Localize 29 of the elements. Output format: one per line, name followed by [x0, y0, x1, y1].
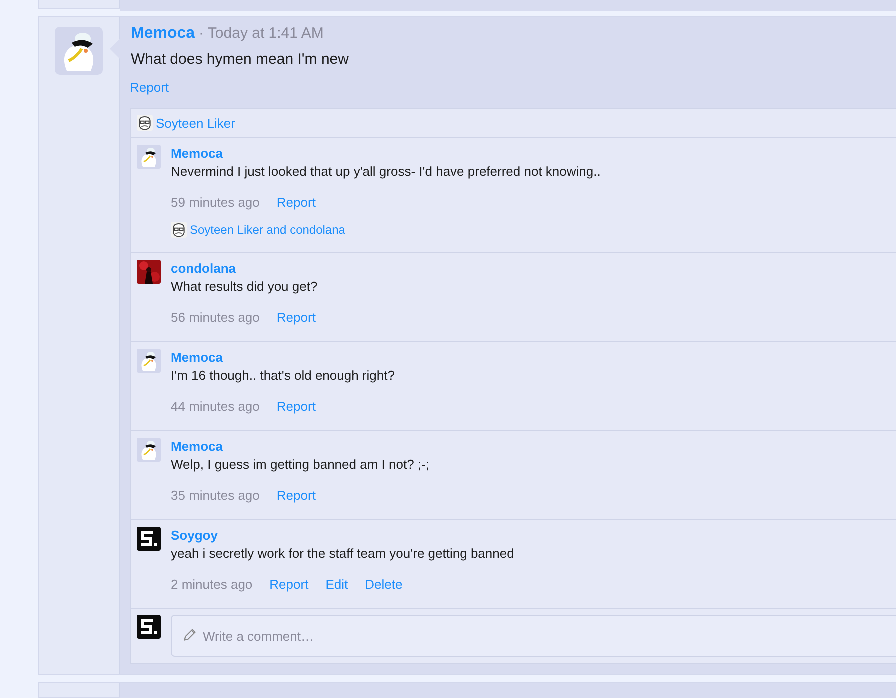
- comment-text: Nevermind I just looked that up y'all gross- I'd have preferred not knowing..: [171, 163, 601, 181]
- action-link[interactable]: Report: [276, 194, 316, 212]
- comment-input[interactable]: Write a comment…: [171, 615, 896, 657]
- action-link[interactable]: Report: [276, 398, 316, 416]
- comment-author[interactable]: Memoca: [171, 438, 430, 456]
- comment-author[interactable]: Memoca: [171, 145, 601, 163]
- action-link[interactable]: Report: [276, 309, 316, 327]
- comment-time: 2 minutes ago: [171, 576, 253, 594]
- action-link[interactable]: Report: [130, 80, 170, 95]
- comment-time: 59 minutes ago: [171, 194, 260, 212]
- comment-author[interactable]: Soygoy: [171, 527, 514, 545]
- post-time: · Today at 1:41 AM: [199, 25, 324, 42]
- likes-text[interactable]: Soyteen Liker: [156, 116, 236, 130]
- comment-text: What results did you get?: [171, 278, 318, 296]
- comment-author[interactable]: Memoca: [171, 349, 395, 367]
- likes-text[interactable]: Soyteen Liker and condolana: [190, 223, 346, 237]
- comment-text: Welp, I guess im getting banned am I not? ;-;: [171, 456, 430, 474]
- comment-time: 56 minutes ago: [171, 309, 260, 327]
- action-link[interactable]: Report: [276, 487, 316, 505]
- comment-time: 44 minutes ago: [171, 398, 260, 416]
- comment-author[interactable]: condolana: [171, 260, 318, 278]
- comment-text: I'm 16 though.. that's old enough right?: [171, 367, 395, 385]
- comment-text: yeah i secretly work for the staff team you're getting banned: [171, 545, 514, 563]
- author-name[interactable]: Memoca: [131, 25, 196, 43]
- comment-time: 35 minutes ago: [171, 487, 260, 505]
- action-link[interactable]: Delete: [365, 576, 403, 594]
- post-message: What does hymen mean I'm new: [130, 51, 350, 68]
- action-link[interactable]: Edit: [326, 576, 348, 594]
- action-link[interactable]: Report: [270, 576, 309, 594]
